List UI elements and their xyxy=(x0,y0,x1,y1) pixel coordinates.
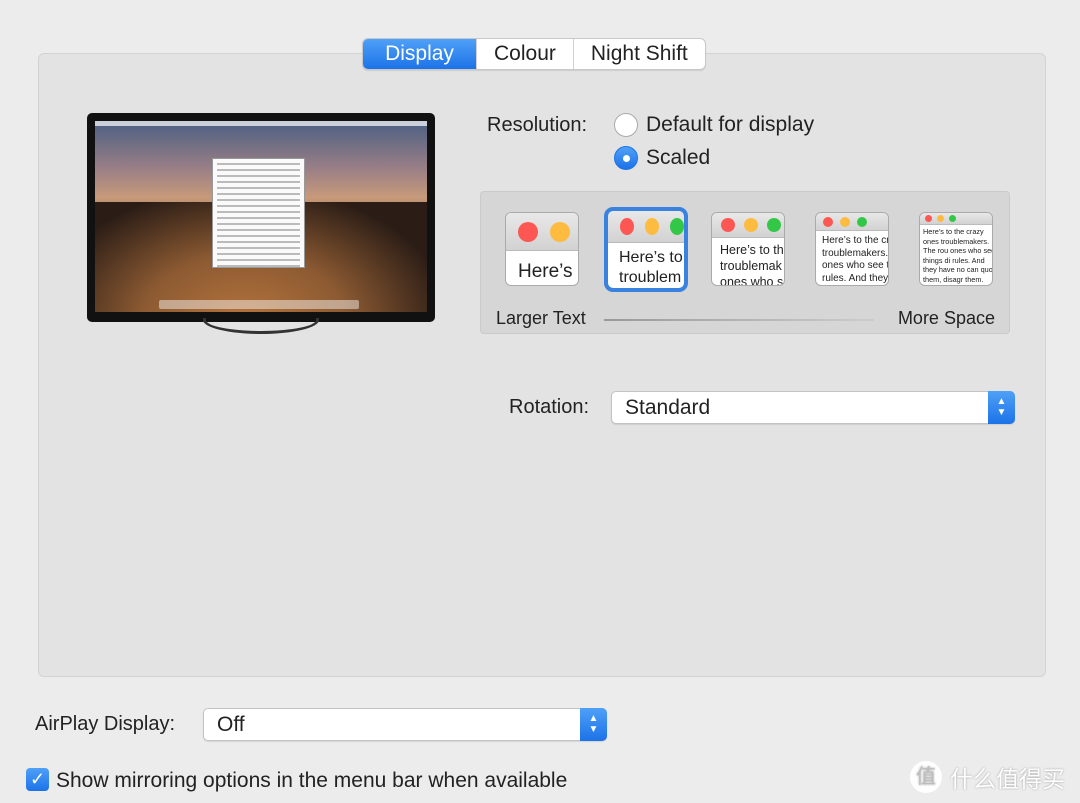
up-down-chevron-icon: ▲ ▼ xyxy=(988,391,1015,424)
preview-text: Here’s to th troublemak ones who s xyxy=(720,243,784,286)
watermark: 值 什么值得买 xyxy=(910,760,1065,794)
mirroring-label: Show mirroring options in the menu bar w… xyxy=(56,769,568,792)
scale-option-3[interactable]: Here’s to th troublemak ones who s xyxy=(711,212,785,286)
preview-text: Here’s to troublem xyxy=(619,249,683,286)
radio-default-for-display[interactable]: Default for display xyxy=(614,113,814,137)
preview-text: Here’s to the cr troublemakers. ones who… xyxy=(822,235,889,284)
tab-night-shift[interactable]: Night Shift xyxy=(572,39,705,69)
more-space-label: More Space xyxy=(897,308,995,328)
watermark-logo-icon: 值 xyxy=(910,761,942,793)
airplay-select[interactable]: Off ▲ ▼ xyxy=(203,708,607,741)
scale-track xyxy=(604,319,874,321)
rotation-label: Rotation: xyxy=(509,396,590,418)
radio-button-selected-icon xyxy=(614,146,638,170)
radio-label: Default for display xyxy=(646,113,815,136)
rotation-select[interactable]: Standard ▲ ▼ xyxy=(611,391,1015,424)
scale-option-2-selected[interactable]: Here’s to troublem xyxy=(604,207,688,292)
display-preview xyxy=(87,113,435,322)
scale-option-4[interactable]: Here’s to the cr troublemakers. ones who… xyxy=(815,212,889,286)
desktop-preview-image xyxy=(95,121,427,312)
preview-text: Here’s to the crazy ones troublemakers. … xyxy=(923,227,993,285)
resolution-label: Resolution: xyxy=(487,114,588,136)
airplay-label: AirPlay Display: xyxy=(35,713,176,735)
airplay-value: Off xyxy=(217,713,245,736)
mirroring-checkbox[interactable]: ✓ xyxy=(26,768,49,791)
dock-preview xyxy=(159,300,359,309)
tab-bar: Display Colour Night Shift xyxy=(362,38,706,70)
watermark-text: 什么值得买 xyxy=(950,766,1065,792)
scale-option-5[interactable]: Here’s to the crazy ones troublemakers. … xyxy=(919,212,993,286)
radio-button-icon xyxy=(614,113,638,137)
radio-label: Scaled xyxy=(646,146,711,169)
rotation-value: Standard xyxy=(625,396,711,419)
tab-display[interactable]: Display xyxy=(363,39,476,69)
tab-colour[interactable]: Colour xyxy=(476,39,573,69)
larger-text-label: Larger Text xyxy=(496,308,586,328)
scale-option-1[interactable]: Here’s xyxy=(505,212,579,286)
radio-scaled[interactable]: Scaled xyxy=(614,146,710,170)
preview-text: Here’s xyxy=(518,261,573,282)
scaling-options: Here’s Here’s to troublem Here’s to th t… xyxy=(480,191,1010,334)
up-down-chevron-icon: ▲ ▼ xyxy=(580,708,607,741)
